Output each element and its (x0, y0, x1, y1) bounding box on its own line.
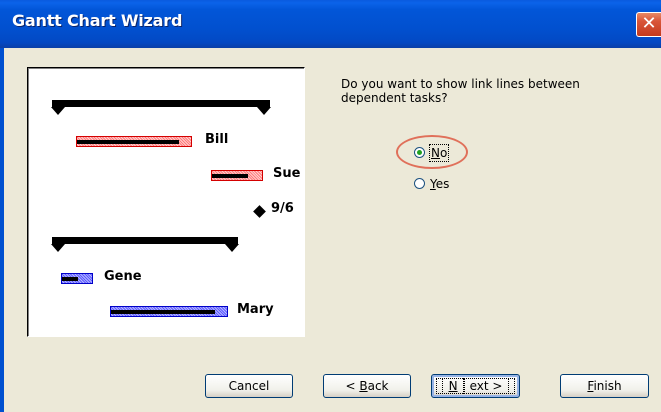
radio-option-no[interactable]: No (414, 144, 474, 162)
cancel-button[interactable]: Cancel (205, 374, 293, 398)
task-label-gene: Gene (104, 269, 142, 284)
window-title: Gantt Chart Wizard (12, 11, 183, 30)
radio-button[interactable] (414, 147, 425, 158)
summary-bar (51, 237, 239, 252)
radio-option-yes[interactable]: Yes (414, 176, 474, 192)
finish-button[interactable]: Finish (560, 374, 649, 398)
next-button[interactable]: Next > (431, 374, 520, 398)
question-text: Do you want to show link lines between d… (341, 77, 580, 105)
gantt-preview-panel: Bill Sue 9/6 Gene Mary (27, 67, 305, 337)
window-frame-left (0, 48, 4, 412)
task-bar-mary (110, 306, 228, 317)
back-button[interactable]: < Back (323, 374, 411, 398)
diamond-icon (253, 205, 266, 218)
task-label-sue: Sue (273, 166, 301, 181)
radio-label-yes[interactable]: Yes (430, 176, 449, 192)
radio-button[interactable] (414, 178, 425, 189)
gantt-chart-wizard-dialog: Gantt Chart Wizard ✕ Bill Sue 9/6 Gene M… (0, 0, 661, 412)
radio-label-no[interactable]: No (428, 144, 450, 162)
task-label-bill: Bill (205, 132, 229, 147)
title-bar[interactable]: Gantt Chart Wizard ✕ (0, 0, 661, 48)
milestone-label: 9/6 (271, 201, 294, 216)
close-button[interactable]: ✕ (636, 12, 661, 37)
task-bar-sue (211, 170, 263, 181)
task-bar-gene (61, 273, 93, 284)
task-bar-bill (76, 136, 192, 147)
close-icon: ✕ (641, 13, 657, 34)
summary-bar (51, 100, 271, 115)
task-label-mary: Mary (237, 302, 274, 317)
